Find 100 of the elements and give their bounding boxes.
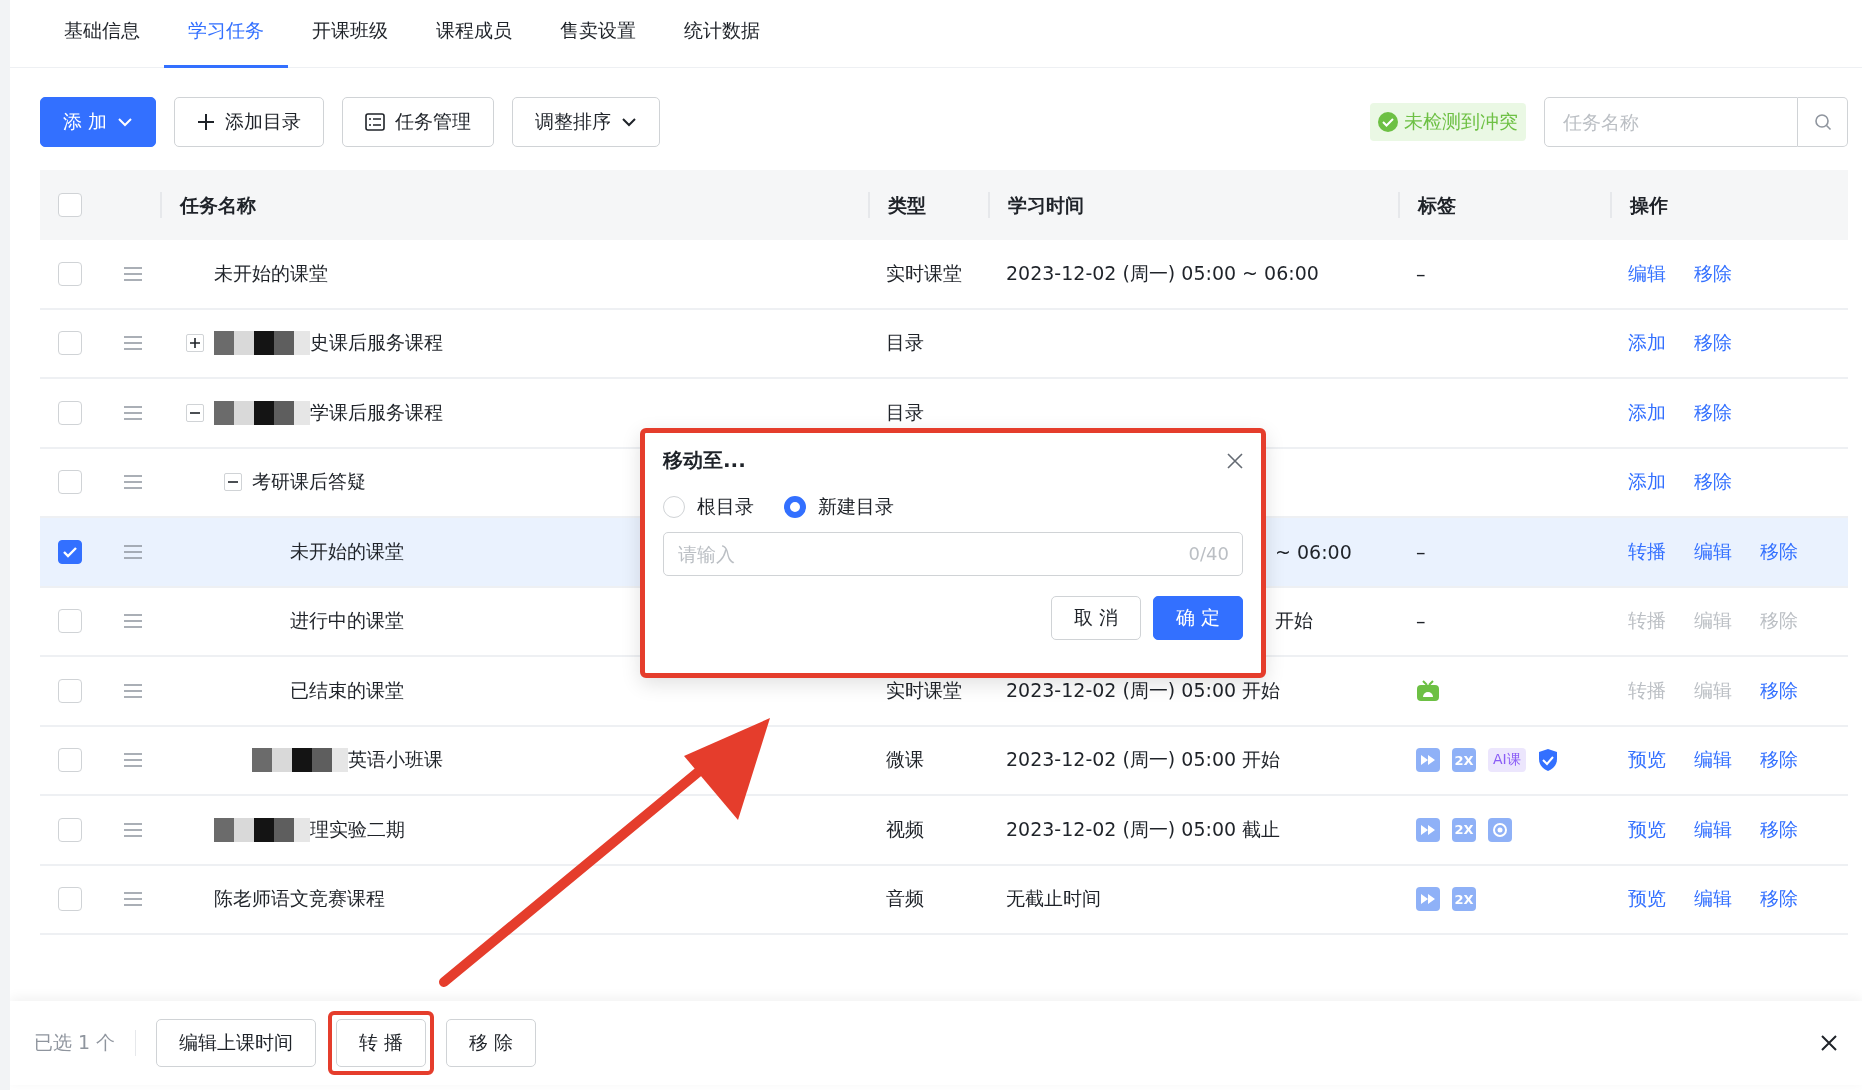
radio-option[interactable]: 新建目录 — [784, 494, 894, 520]
selected-count: 已选 1 个 — [34, 1030, 137, 1056]
dialog-title: 移动至... — [663, 447, 746, 474]
task-name: 未开始的课堂 — [290, 538, 404, 564]
tv-icon — [1416, 679, 1440, 702]
action-link[interactable]: 预览 — [1628, 816, 1666, 843]
search-field[interactable]: 任务名称 — [1544, 97, 1798, 147]
drag-handle-icon[interactable] — [124, 544, 142, 559]
tab[interactable]: 学习任务 — [164, 0, 288, 68]
tree-toggle[interactable] — [186, 403, 204, 422]
fast-forward-icon — [1416, 887, 1440, 912]
study-time: 2023-12-02 (周一) 05:00 截止 — [1006, 817, 1281, 840]
action-link[interactable]: 移除 — [1694, 330, 1732, 357]
action-link[interactable]: 移除 — [1694, 469, 1732, 496]
task-name: 史课后服务课程 — [310, 330, 443, 356]
dialog-button[interactable]: 确 定 — [1152, 596, 1243, 640]
radio-dot[interactable] — [784, 496, 806, 518]
drag-handle-icon[interactable] — [124, 266, 142, 281]
fast-forward-icon — [1416, 748, 1440, 773]
toolbar-button[interactable]: 调整排序 — [512, 97, 661, 147]
drag-handle-icon[interactable] — [124, 683, 142, 698]
empty-tag-dash: – — [1416, 262, 1426, 285]
action-link[interactable]: 预览 — [1628, 886, 1666, 913]
column-header: 学习时间 — [1008, 194, 1084, 216]
radio-option[interactable]: 根目录 — [663, 494, 754, 520]
check-icon — [62, 545, 78, 558]
checkbox[interactable] — [58, 539, 82, 564]
plus-icon — [197, 113, 216, 131]
task-name: 英语小班课 — [348, 747, 443, 773]
action-link[interactable]: 预览 — [1628, 747, 1666, 774]
toolbar-button[interactable]: 添 加 — [40, 97, 157, 147]
caret-icon — [621, 117, 638, 127]
action-link[interactable]: 添加 — [1628, 469, 1666, 496]
eye-icon — [1488, 817, 1512, 842]
column-header: 操作 — [1630, 194, 1668, 216]
empty-tag-dash: – — [1416, 610, 1426, 633]
bulk-action-button[interactable]: 移 除 — [446, 1019, 537, 1067]
study-time: 2023-12-02 (周一) 05:00 ~ 06:00 — [1006, 261, 1319, 284]
task-type: 实时课堂 — [886, 678, 962, 701]
action-link[interactable]: 移除 — [1694, 260, 1732, 287]
study-time: 无截止时间 — [1006, 887, 1101, 910]
drag-handle-icon[interactable] — [124, 614, 142, 629]
drag-handle-icon[interactable] — [124, 892, 142, 907]
action-link[interactable]: 编辑 — [1694, 886, 1732, 913]
task-name: 理实验二期 — [310, 816, 405, 842]
tab[interactable]: 开课班级 — [288, 0, 412, 68]
dialog-button[interactable]: 取 消 — [1050, 596, 1141, 640]
study-time: 2023-12-02 (周一) 05:00 开始 — [1006, 678, 1281, 701]
action-link[interactable]: 编辑 — [1694, 747, 1732, 774]
conflict-status-text: 未检测到冲突 — [1404, 109, 1518, 134]
action-link[interactable]: 移除 — [1760, 816, 1798, 843]
fast-forward-icon — [1416, 817, 1440, 842]
task-type: 视频 — [886, 817, 924, 840]
action-link[interactable]: 编辑 — [1628, 260, 1666, 287]
drag-handle-icon[interactable] — [124, 822, 142, 837]
shield-icon — [1537, 748, 1558, 773]
close-icon[interactable] — [1820, 1034, 1838, 1052]
speed-tag: 2X — [1452, 887, 1476, 912]
task-type: 目录 — [886, 400, 924, 423]
action-link[interactable]: 添加 — [1628, 399, 1666, 426]
speed-tag: 2X — [1452, 817, 1476, 842]
bulk-action-button[interactable]: 转 播 — [336, 1019, 427, 1067]
task-name: 已结束的课堂 — [290, 677, 404, 703]
toolbar-button[interactable]: 添加目录 — [174, 97, 325, 147]
search-icon — [1813, 113, 1832, 131]
action-link[interactable]: 移除 — [1760, 886, 1798, 913]
task-type: 微课 — [886, 748, 924, 771]
tree-toggle[interactable] — [186, 334, 204, 353]
search-button[interactable] — [1798, 97, 1848, 147]
task-name: 进行中的课堂 — [290, 608, 404, 634]
study-time: 开始 — [1275, 609, 1313, 632]
action-link[interactable]: 编辑 — [1694, 538, 1732, 565]
caret-icon — [117, 117, 134, 127]
check-circle-icon — [1378, 112, 1398, 132]
drag-handle-icon[interactable] — [124, 405, 142, 420]
tab[interactable]: 基础信息 — [40, 0, 164, 68]
column-header: 标签 — [1418, 194, 1456, 216]
drag-handle-icon[interactable] — [124, 475, 142, 490]
drag-handle-icon[interactable] — [124, 753, 142, 768]
bulk-action-button[interactable]: 编辑上课时间 — [156, 1019, 317, 1067]
action-link[interactable]: 移除 — [1760, 538, 1798, 565]
speed-tag: 2X — [1452, 748, 1476, 773]
task-name: 未开始的课堂 — [214, 260, 328, 286]
toolbar-button[interactable]: 任务管理 — [342, 97, 495, 147]
ai-tag: AI课 — [1488, 748, 1526, 773]
tree-toggle[interactable] — [224, 473, 242, 492]
drag-handle-icon[interactable] — [124, 336, 142, 351]
char-counter: 0/40 — [1188, 543, 1229, 564]
action-link[interactable]: 编辑 — [1694, 816, 1732, 843]
tab[interactable]: 课程成员 — [412, 0, 536, 68]
action-link[interactable]: 转播 — [1628, 538, 1666, 565]
action-link[interactable]: 移除 — [1760, 677, 1798, 704]
action-link[interactable]: 移除 — [1760, 747, 1798, 774]
tab[interactable]: 统计数据 — [660, 0, 784, 68]
study-time: ~ 06:00 — [1275, 540, 1352, 563]
column-header: 任务名称 — [180, 194, 256, 216]
action-link[interactable]: 添加 — [1628, 330, 1666, 357]
empty-tag-dash: – — [1416, 540, 1426, 563]
tab[interactable]: 售卖设置 — [536, 0, 660, 68]
action-link[interactable]: 移除 — [1694, 399, 1732, 426]
